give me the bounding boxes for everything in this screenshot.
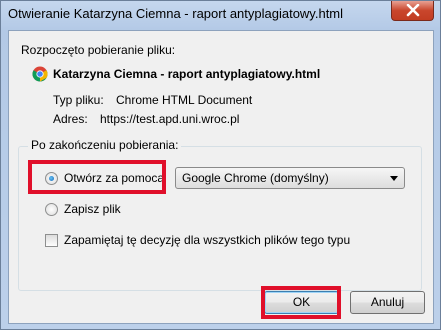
save-file-radio[interactable] [45, 203, 58, 216]
cancel-button[interactable]: Anuluj [350, 291, 425, 314]
after-download-group-label: Po zakończeniu pobierania: [28, 138, 182, 152]
file-type-value: Chrome HTML Document [116, 93, 253, 107]
download-intro-text: Rozpoczęto pobieranie pliku: [21, 43, 176, 57]
open-with-radio[interactable] [45, 172, 58, 185]
chrome-icon [32, 66, 48, 82]
chevron-down-icon [390, 176, 398, 181]
address-label: Adres: [53, 112, 88, 126]
application-select[interactable]: Google Chrome (domyślny) [175, 167, 405, 189]
file-name: Katarzyna Ciemna - raport antyplagiatowy… [53, 67, 321, 81]
open-with-label[interactable]: Otwórz za pomocą [64, 171, 164, 185]
address-value: https://test.apd.uni.wroc.pl [100, 112, 240, 126]
application-select-value: Google Chrome (domyślny) [182, 171, 329, 185]
title-bar[interactable]: Otwieranie Katarzyna Ciemna - raport ant… [1, 1, 440, 29]
file-type-label: Typ pliku: [53, 93, 104, 107]
window-title: Otwieranie Katarzyna Ciemna - raport ant… [8, 6, 344, 21]
dialog-body: Rozpoczęto pobieranie pliku: Katarzyna C… [8, 30, 434, 324]
remember-decision-checkbox[interactable] [45, 234, 58, 247]
remember-decision-label[interactable]: Zapamiętaj tę decyzję dla wszystkich pli… [64, 233, 350, 247]
close-icon [406, 4, 420, 17]
ok-button[interactable]: OK [264, 291, 339, 314]
close-button[interactable] [391, 1, 434, 21]
download-dialog-window: Otwieranie Katarzyna Ciemna - raport ant… [0, 0, 441, 330]
save-file-label[interactable]: Zapisz plik [64, 202, 121, 216]
